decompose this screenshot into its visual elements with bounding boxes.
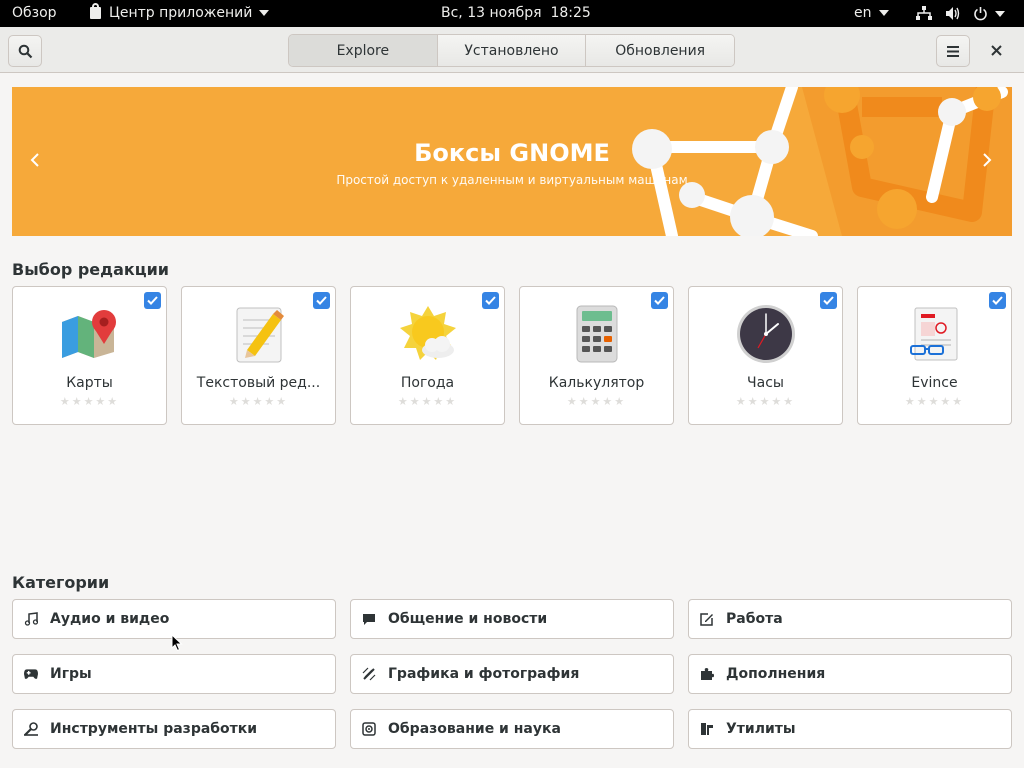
- rating-stars: ★★★★★: [904, 395, 965, 408]
- power-icon: [974, 7, 987, 21]
- featured-banner[interactable]: Боксы GNOME Простой доступ к удаленным и…: [12, 87, 1012, 236]
- app-tile-text-editor[interactable]: Текстовый ред... ★★★★★: [181, 286, 336, 425]
- banner-next-button[interactable]: [982, 149, 992, 174]
- power-menu[interactable]: [973, 6, 1005, 21]
- gamepad-icon: [24, 667, 38, 681]
- checkmark-icon: [482, 292, 499, 309]
- app-name: Evince: [911, 375, 958, 391]
- search-button[interactable]: [8, 35, 42, 67]
- shopping-bag-icon: [90, 3, 101, 19]
- tab-explore[interactable]: Explore: [289, 35, 438, 66]
- rating-stars: ★★★★★: [228, 395, 289, 408]
- calculator-icon: [576, 305, 618, 363]
- header-bar: Explore Установлено Обновления: [0, 27, 1024, 73]
- checkmark-icon: [313, 292, 330, 309]
- category-developer-tools[interactable]: Инструменты разработки: [12, 709, 336, 749]
- category-audio-video[interactable]: Аудио и видео: [12, 599, 336, 639]
- rating-stars: ★★★★★: [397, 395, 458, 408]
- tab-installed[interactable]: Установлено: [437, 35, 587, 66]
- clock-label: Вс, 13 ноября 18:25: [441, 5, 591, 21]
- language-indicator[interactable]: en: [854, 5, 889, 21]
- chevron-down-icon: [259, 10, 270, 16]
- editors-picks-heading: Выбор редакции: [12, 260, 170, 279]
- app-tile-clocks[interactable]: Часы ★★★★★: [688, 286, 843, 425]
- dev-tools-icon: [24, 722, 38, 736]
- weather-icon: [400, 306, 456, 360]
- chevron-down-icon: [995, 10, 1005, 17]
- app-tile-weather[interactable]: Погода ★★★★★: [350, 286, 505, 425]
- category-productivity[interactable]: Работа: [688, 599, 1012, 639]
- utilities-icon: [700, 722, 714, 736]
- top-bar: Обзор Центр приложений Вс, 13 ноября 18:…: [0, 0, 1024, 27]
- search-icon: [18, 44, 32, 58]
- chat-bubble-icon: [362, 612, 376, 626]
- main-menu-button[interactable]: [936, 35, 970, 67]
- category-education-science[interactable]: Образование и наука: [350, 709, 674, 749]
- banner-title: Боксы GNOME: [414, 139, 610, 167]
- category-label: Общение и новости: [388, 611, 548, 627]
- tab-updates[interactable]: Обновления: [586, 35, 734, 66]
- category-label: Образование и наука: [388, 721, 561, 737]
- close-icon: [991, 45, 1002, 56]
- app-menu-label: Центр приложений: [109, 5, 253, 21]
- chevron-right-icon: [983, 153, 992, 167]
- network-icon[interactable]: [916, 6, 932, 21]
- app-name: Карты: [66, 375, 113, 391]
- rating-stars: ★★★★★: [735, 395, 796, 408]
- category-communication[interactable]: Общение и новости: [350, 599, 674, 639]
- science-icon: [362, 722, 376, 736]
- document-viewer-icon: [910, 307, 958, 361]
- checkmark-icon: [651, 292, 668, 309]
- mouse-pointer-icon: [171, 634, 183, 652]
- app-name: Калькулятор: [548, 375, 645, 391]
- text-editor-icon: [236, 307, 284, 363]
- checkmark-icon: [144, 292, 161, 309]
- clock-icon: [737, 305, 795, 363]
- category-graphics[interactable]: Графика и фотография: [350, 654, 674, 694]
- rating-stars: ★★★★★: [566, 395, 627, 408]
- category-label: Игры: [50, 666, 92, 682]
- puzzle-icon: [700, 667, 714, 681]
- category-label: Инструменты разработки: [50, 721, 258, 737]
- categories-heading: Категории: [12, 573, 110, 592]
- app-tile-maps[interactable]: Карты ★★★★★: [12, 286, 167, 425]
- view-switcher: Explore Установлено Обновления: [288, 34, 735, 67]
- app-menu-button[interactable]: Центр приложений: [90, 3, 270, 21]
- category-label: Работа: [726, 611, 783, 627]
- rating-stars: ★★★★★: [59, 395, 120, 408]
- category-label: Дополнения: [726, 666, 826, 682]
- checkmark-icon: [989, 292, 1006, 309]
- edit-icon: [700, 612, 714, 626]
- category-label: Графика и фотография: [388, 666, 580, 682]
- activities-label: Обзор: [12, 5, 57, 21]
- chevron-down-icon: [878, 10, 889, 16]
- app-name: Часы: [747, 375, 784, 391]
- music-note-icon: [24, 612, 38, 626]
- category-utilities[interactable]: Утилиты: [688, 709, 1012, 749]
- maps-icon: [62, 310, 116, 358]
- category-label: Аудио и видео: [50, 611, 170, 627]
- category-games[interactable]: Игры: [12, 654, 336, 694]
- clock[interactable]: Вс, 13 ноября 18:25: [441, 5, 591, 21]
- category-addons[interactable]: Дополнения: [688, 654, 1012, 694]
- checkmark-icon: [820, 292, 837, 309]
- close-button[interactable]: [991, 41, 1002, 60]
- category-label: Утилиты: [726, 721, 796, 737]
- app-tile-calculator[interactable]: Калькулятор ★★★★★: [519, 286, 674, 425]
- app-tile-evince[interactable]: Evince ★★★★★: [857, 286, 1012, 425]
- app-name: Погода: [400, 375, 455, 391]
- activities-button[interactable]: Обзор: [12, 5, 57, 21]
- app-name: Текстовый ред...: [196, 375, 321, 391]
- language-label: en: [854, 5, 872, 21]
- graphics-icon: [362, 667, 376, 681]
- menu-icon: [947, 45, 959, 57]
- volume-icon[interactable]: [945, 6, 961, 21]
- banner-subtitle: Простой доступ к удаленным и виртуальным…: [336, 173, 688, 187]
